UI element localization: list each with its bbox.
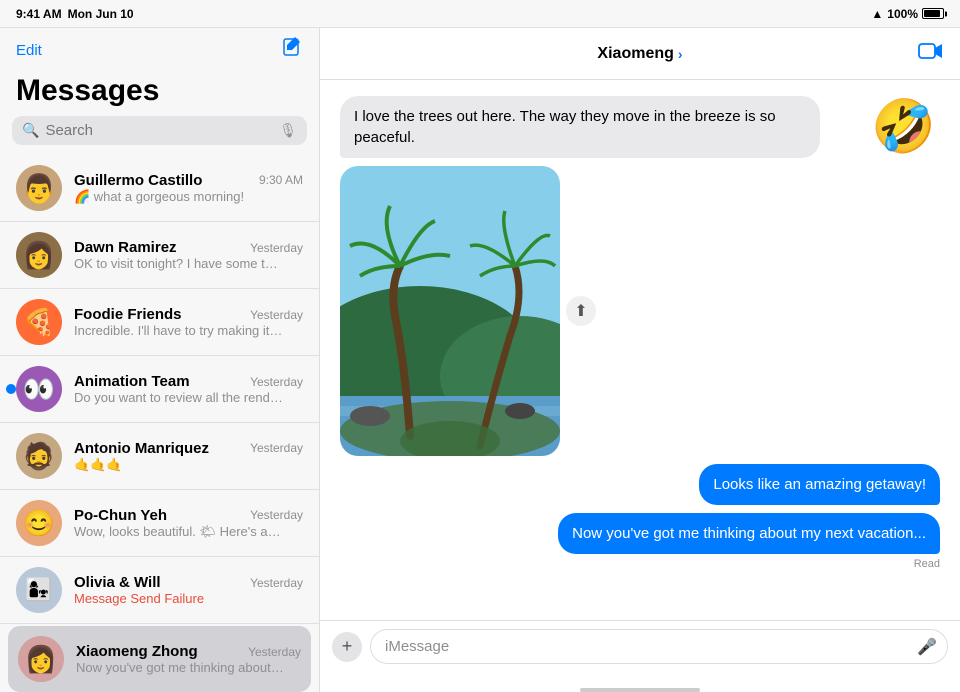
message-image-wrapper: ⬆ bbox=[340, 166, 560, 456]
chat-contact-name[interactable]: Xiaomeng › bbox=[597, 45, 682, 63]
microphone-icon: 🎙 bbox=[279, 122, 297, 139]
avatar: 👩 bbox=[16, 232, 62, 278]
conv-content: Foodie Friends Yesterday Incredible. I'l… bbox=[74, 306, 303, 338]
message-input-wrap[interactable]: iMessage 🎤 bbox=[370, 629, 948, 664]
conv-time: Yesterday bbox=[250, 308, 303, 322]
search-bar[interactable]: 🔍 🎙 bbox=[12, 116, 307, 145]
unread-dot bbox=[6, 384, 16, 394]
conv-time: Yesterday bbox=[250, 441, 303, 455]
conv-content: Olivia & Will Yesterday Message Send Fai… bbox=[74, 574, 303, 606]
conv-name: Po-Chun Yeh bbox=[74, 507, 167, 524]
conv-time: Yesterday bbox=[250, 576, 303, 590]
message-image bbox=[340, 166, 560, 456]
list-item[interactable]: 🍕 Foodie Friends Yesterday Incredible. I… bbox=[0, 289, 319, 356]
avatar: 👀 bbox=[16, 366, 62, 412]
status-bar-left: 9:41 AM Mon Jun 10 bbox=[16, 7, 134, 21]
conv-content: Dawn Ramirez Yesterday OK to visit tonig… bbox=[74, 239, 303, 271]
conv-preview: Message Send Failure bbox=[74, 591, 284, 606]
conversation-list: 👨 Guillermo Castillo 9:30 AM 🌈 what a go… bbox=[0, 155, 319, 692]
conv-content: Antonio Manriquez Yesterday 🤙🤙🤙 bbox=[74, 440, 303, 473]
avatar: 👨 bbox=[16, 165, 62, 211]
message-bubble-received: I love the trees out here. The way they … bbox=[340, 96, 820, 158]
battery-fill bbox=[924, 10, 940, 17]
conv-preview: Now you've got me thinking about my next… bbox=[76, 660, 286, 675]
avatar: 👩‍👧 bbox=[16, 567, 62, 613]
message-bubble-sent: Looks like an amazing getaway! bbox=[699, 464, 940, 505]
avatar: 😊 bbox=[16, 500, 62, 546]
sidebar-title: Messages bbox=[0, 70, 319, 116]
conv-name: Guillermo Castillo bbox=[74, 172, 202, 189]
conv-time: Yesterday bbox=[250, 508, 303, 522]
input-area: + iMessage 🎤 bbox=[320, 620, 960, 684]
edit-button[interactable]: Edit bbox=[16, 42, 42, 59]
conv-time: Yesterday bbox=[250, 375, 303, 389]
read-label: Read bbox=[914, 558, 940, 570]
conv-name: Dawn Ramirez bbox=[74, 239, 177, 256]
message-text: I love the trees out here. The way they … bbox=[354, 108, 776, 146]
status-date: Mon Jun 10 bbox=[68, 7, 134, 21]
list-item[interactable]: 😊 Po-Chun Yeh Yesterday Wow, looks beaut… bbox=[0, 490, 319, 557]
conv-preview: 🌈 what a gorgeous morning! bbox=[74, 189, 284, 205]
video-call-button[interactable] bbox=[918, 42, 944, 66]
list-item[interactable]: 👀 Animation Team Yesterday Do you want t… bbox=[0, 356, 319, 423]
share-button[interactable]: ⬆ bbox=[566, 296, 596, 326]
chat-area: Xiaomeng › 🤣 I love the trees out here. … bbox=[320, 28, 960, 692]
conv-name: Xiaomeng Zhong bbox=[76, 643, 198, 660]
status-bar: 9:41 AM Mon Jun 10 ▲ 100% bbox=[0, 0, 960, 28]
list-item[interactable]: 👩 Dawn Ramirez Yesterday OK to visit ton… bbox=[0, 222, 319, 289]
message-bubble-sent: Now you've got me thinking about my next… bbox=[558, 513, 940, 554]
conv-content: Guillermo Castillo 9:30 AM 🌈 what a gorg… bbox=[74, 172, 303, 205]
wifi-icon: ▲ bbox=[871, 7, 883, 21]
conv-name: Olivia & Will bbox=[74, 574, 161, 591]
status-time: 9:41 AM bbox=[16, 7, 62, 21]
chat-header: Xiaomeng › bbox=[320, 28, 960, 80]
conv-preview: OK to visit tonight? I have some things … bbox=[74, 256, 284, 271]
conv-name: Foodie Friends bbox=[74, 306, 182, 323]
conv-name: Animation Team bbox=[74, 373, 190, 390]
message-input-placeholder: iMessage bbox=[385, 638, 911, 655]
conv-preview: Wow, looks beautiful. 🌤 Here's a photo o… bbox=[74, 524, 284, 540]
conv-content: Xiaomeng Zhong Yesterday Now you've got … bbox=[76, 643, 301, 675]
sidebar-header: Edit bbox=[0, 28, 319, 70]
conv-name: Antonio Manriquez bbox=[74, 440, 209, 457]
avatar: 🧔 bbox=[16, 433, 62, 479]
voice-input-icon[interactable]: 🎤 bbox=[917, 637, 937, 657]
avatar: 🍕 bbox=[16, 299, 62, 345]
list-item[interactable]: 👩‍👧 Olivia & Will Yesterday Message Send… bbox=[0, 557, 319, 624]
conv-preview: Do you want to review all the renders to… bbox=[74, 390, 284, 405]
search-icon: 🔍 bbox=[22, 122, 39, 139]
conv-content: Po-Chun Yeh Yesterday Wow, looks beautif… bbox=[74, 507, 303, 540]
conv-preview: 🤙🤙🤙 bbox=[74, 457, 284, 473]
battery-icon bbox=[922, 8, 944, 19]
list-item-active[interactable]: 👩 Xiaomeng Zhong Yesterday Now you've go… bbox=[8, 626, 311, 692]
conv-time: Yesterday bbox=[250, 241, 303, 255]
compose-button[interactable] bbox=[281, 36, 303, 64]
search-input[interactable] bbox=[45, 122, 273, 139]
chevron-right-icon: › bbox=[678, 46, 683, 62]
sidebar: Edit Messages 🔍 🎙 👨 Guillermo Castillo bbox=[0, 28, 320, 692]
conv-content: Animation Team Yesterday Do you want to … bbox=[74, 373, 303, 405]
battery-percent: 100% bbox=[887, 7, 918, 21]
list-item[interactable]: 👨 Guillermo Castillo 9:30 AM 🌈 what a go… bbox=[0, 155, 319, 222]
list-item[interactable]: 🧔 Antonio Manriquez Yesterday 🤙🤙🤙 bbox=[0, 423, 319, 490]
conv-time: Yesterday bbox=[248, 645, 301, 659]
app-body: Edit Messages 🔍 🎙 👨 Guillermo Castillo bbox=[0, 28, 960, 692]
conv-time: 9:30 AM bbox=[259, 173, 303, 187]
status-bar-right: ▲ 100% bbox=[871, 7, 944, 21]
conv-preview: Incredible. I'll have to try making it m… bbox=[74, 323, 284, 338]
messages-area: 🤣 I love the trees out here. The way the… bbox=[320, 80, 960, 620]
add-button[interactable]: + bbox=[332, 632, 362, 662]
message-text: Looks like an amazing getaway! bbox=[713, 476, 926, 493]
home-indicator bbox=[580, 688, 700, 692]
message-text: Now you've got me thinking about my next… bbox=[572, 525, 926, 542]
avatar: 👩 bbox=[18, 636, 64, 682]
emoji-reaction: 🤣 bbox=[871, 96, 936, 157]
